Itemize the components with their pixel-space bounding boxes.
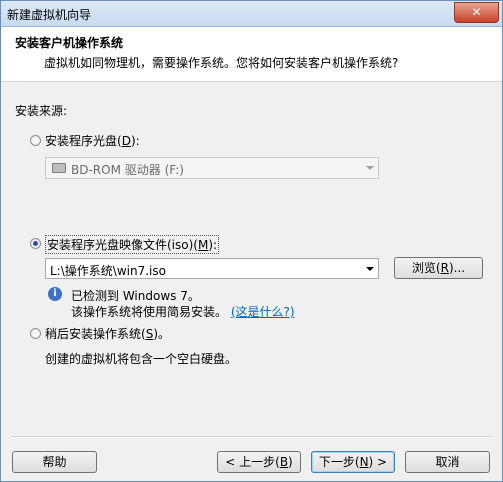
next-button[interactable]: 下一步(N) > [311, 451, 395, 473]
browse-button[interactable]: 浏览(R)... [394, 257, 483, 279]
what-is-this-link[interactable]: (这是什么?) [231, 305, 295, 319]
close-icon: ✕ [471, 5, 482, 19]
page-title: 安装客户机操作系统 [15, 36, 124, 50]
disc-radio[interactable] [30, 135, 41, 146]
detected-os-text: 已检测到 Windows 7。 [71, 289, 200, 303]
footer-divider [11, 436, 492, 438]
page-subtitle: 虚拟机如同物理机，需要操作系统。您将如何安装客户机操作系统? [44, 56, 399, 70]
back-button[interactable]: < 上一步(B) [217, 451, 301, 473]
cancel-button[interactable]: 取消 [405, 451, 490, 473]
disc-drive-select[interactable]: BD-ROM 驱动器 (F:) [45, 157, 379, 179]
disc-option-label[interactable]: 安装程序光盘(D): [45, 132, 140, 149]
drive-icon [52, 163, 66, 173]
iso-path-select[interactable]: L:\操作系统\win7.iso [45, 258, 379, 279]
wizard-window: 新建虚拟机向导 ✕ 安装客户机操作系统 虚拟机如同物理机，需要操作系统。您将如何… [0, 0, 503, 482]
info-icon: i [48, 287, 62, 301]
later-option-label[interactable]: 稍后安装操作系统(S)。 [45, 325, 170, 342]
iso-path-value: L:\操作系统\win7.iso [50, 264, 166, 278]
easy-install-text: 该操作系统将使用简易安装。 (这是什么?) [71, 305, 295, 319]
close-button[interactable]: ✕ [454, 2, 499, 23]
iso-option-label[interactable]: 安装程序光盘映像文件(iso)(M): [45, 235, 220, 254]
wizard-header: 安装客户机操作系统 虚拟机如同物理机，需要操作系统。您将如何安装客户机操作系统? [1, 27, 502, 82]
window-title: 新建虚拟机向导 [7, 8, 92, 22]
chevron-down-icon [366, 267, 374, 271]
later-radio[interactable] [30, 328, 41, 339]
help-button[interactable]: 帮助 [12, 451, 97, 473]
later-description: 创建的虚拟机将包含一个空白硬盘。 [45, 352, 238, 366]
disc-drive-value: BD-ROM 驱动器 (F:) [71, 163, 184, 177]
chevron-down-icon [366, 166, 374, 170]
title-bar: 新建虚拟机向导 ✕ [1, 1, 502, 27]
iso-radio[interactable] [30, 238, 41, 249]
install-source-label: 安装来源: [15, 104, 68, 118]
